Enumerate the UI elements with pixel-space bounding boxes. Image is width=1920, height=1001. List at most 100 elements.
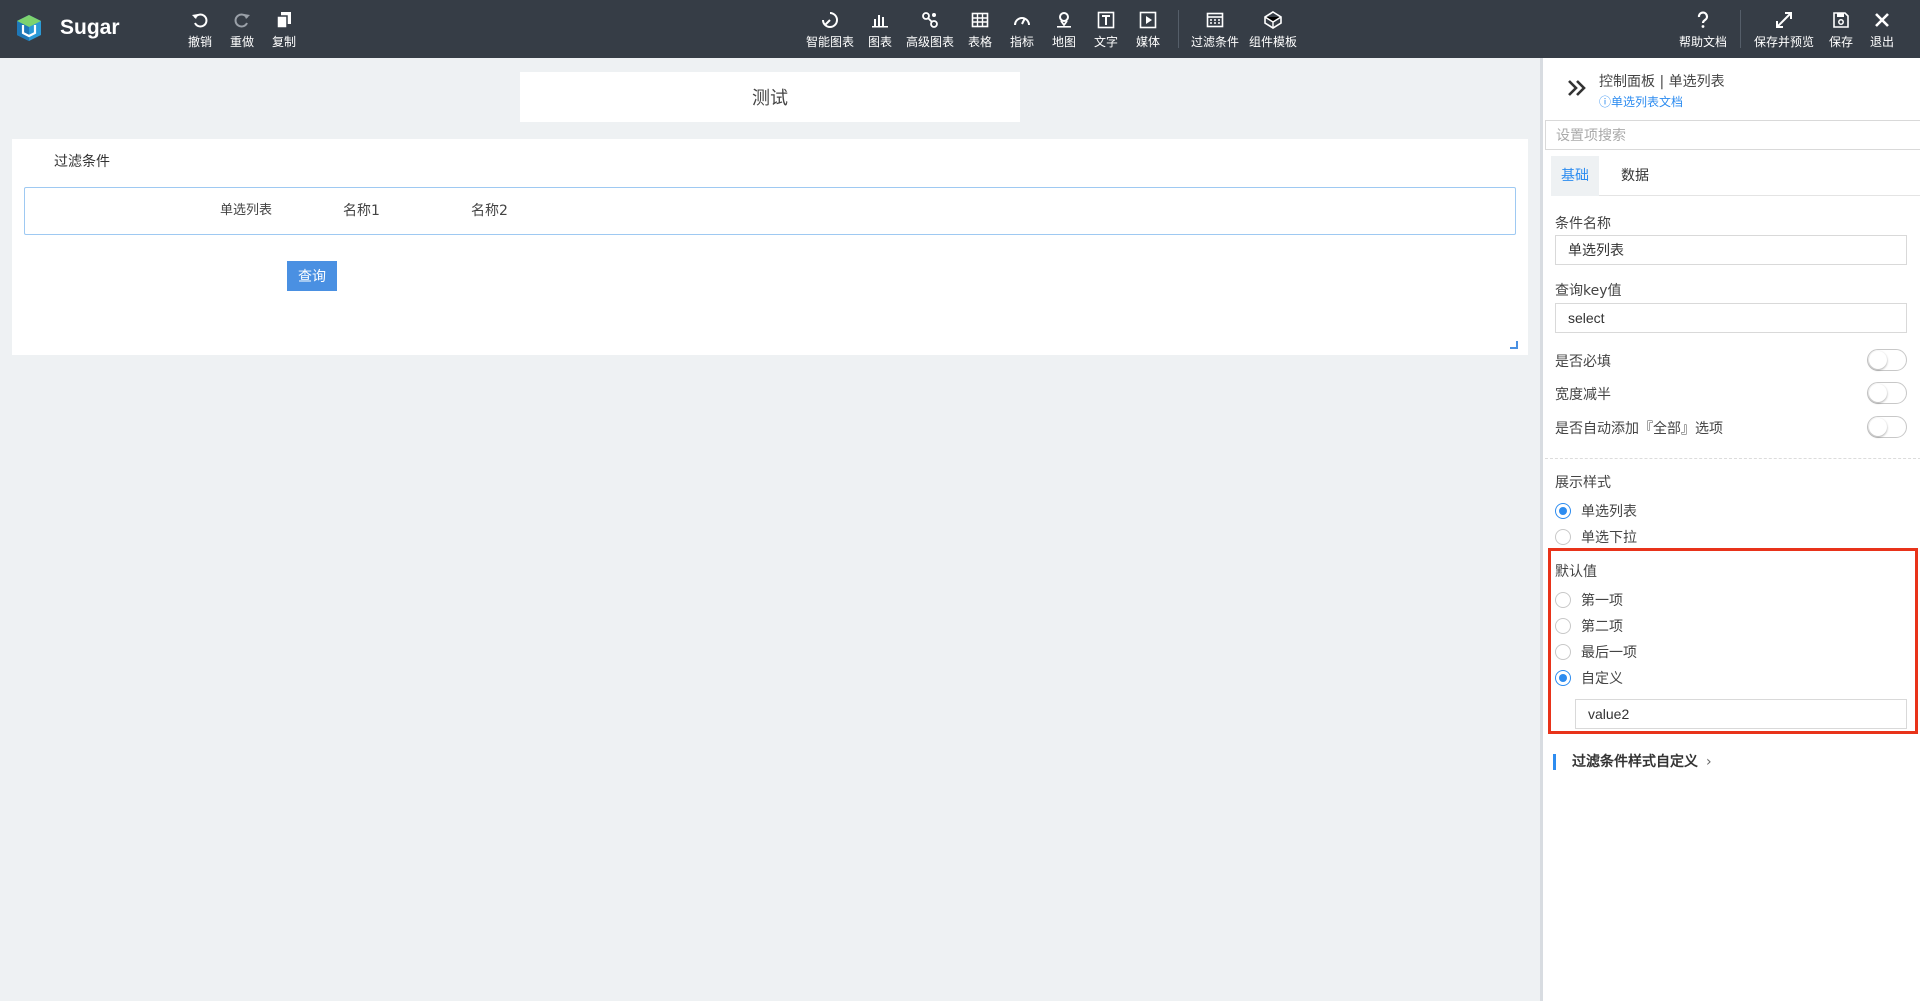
- display-style-radio-dropdown[interactable]: 单选下拉: [1555, 527, 1637, 547]
- default-first-label: 第一项: [1581, 593, 1623, 609]
- help-doc-label: 帮助文档: [1679, 35, 1728, 49]
- auto-all-option-toggle[interactable]: [1867, 416, 1907, 438]
- query-key-label: 查询key值: [1555, 283, 1622, 299]
- text-button[interactable]: 文字: [1094, 11, 1118, 50]
- filter-condition-label: 过滤条件: [1191, 35, 1240, 49]
- auto-all-option-switch-row: 是否自动添加『全部』选项: [1555, 416, 1907, 438]
- toolbar-divider: [1740, 10, 1741, 48]
- exit-label: 退出: [1870, 35, 1895, 49]
- map-button[interactable]: 地图: [1052, 11, 1076, 50]
- filter-icon: [1206, 12, 1224, 28]
- undo-icon: [192, 13, 208, 28]
- gauge-icon: [1014, 17, 1030, 26]
- radio-unchecked-icon: [1555, 592, 1571, 608]
- smart-chart-icon: [822, 12, 838, 28]
- text-icon: [1097, 11, 1115, 29]
- save-preview-label: 保存并预览: [1754, 35, 1815, 49]
- default-last-label: 最后一项: [1581, 645, 1637, 661]
- half-width-switch-row: 宽度减半: [1555, 382, 1907, 404]
- display-style-label: 展示样式: [1555, 475, 1611, 491]
- control-panel: 控制面板 | 单选列表 ⓘ单选列表文档 基础 数据 条件名称 查询key值 是否…: [1540, 58, 1920, 1001]
- half-width-toggle[interactable]: [1867, 382, 1907, 404]
- media-button[interactable]: 媒体: [1136, 11, 1160, 50]
- advanced-chart-icon: [922, 12, 938, 28]
- filter-style-custom-label: 过滤条件样式自定义: [1572, 754, 1698, 770]
- chart-button[interactable]: 图表: [868, 11, 892, 50]
- table-icon: [971, 12, 989, 28]
- redo-label: 重做: [230, 35, 255, 49]
- smart-chart-label: 智能图表: [806, 35, 855, 49]
- save-icon: [1833, 12, 1849, 28]
- doc-link-label: 单选列表文档: [1611, 95, 1684, 109]
- undo-button[interactable]: 撤销: [188, 11, 212, 50]
- component-template-button[interactable]: 组件模板: [1249, 11, 1297, 50]
- radio-unchecked-icon: [1555, 644, 1571, 660]
- advanced-chart-label: 高级图表: [906, 35, 955, 49]
- settings-search-input[interactable]: [1545, 120, 1920, 150]
- map-pin-icon: [1057, 12, 1071, 28]
- default-radio-first[interactable]: 第一项: [1555, 590, 1623, 610]
- collapse-panel-icon[interactable]: [1565, 76, 1589, 100]
- advanced-chart-button[interactable]: 高级图表: [906, 11, 954, 50]
- copy-button[interactable]: 复制: [272, 11, 296, 50]
- radio-unchecked-icon: [1555, 618, 1571, 634]
- top-toolbar: Sugar 撤销 重做 复制 智能图表 图表 高级图表 表格 指标 地图 文字: [0, 0, 1920, 58]
- required-toggle[interactable]: [1867, 349, 1907, 371]
- help-icon: [1697, 11, 1709, 28]
- filter-option-1[interactable]: 名称1: [343, 200, 380, 220]
- redo-icon: [234, 13, 250, 28]
- redo-button[interactable]: 重做: [230, 11, 254, 50]
- default-radio-custom[interactable]: 自定义: [1555, 668, 1623, 688]
- required-switch-row: 是否必填: [1555, 349, 1907, 371]
- radio-checked-icon: [1555, 670, 1571, 686]
- query-button[interactable]: 查询: [287, 261, 337, 291]
- radio-checked-icon: [1555, 503, 1571, 519]
- default-custom-label: 自定义: [1581, 671, 1623, 687]
- copy-label: 复制: [272, 35, 297, 49]
- custom-default-value-input[interactable]: [1575, 699, 1907, 729]
- filter-label: 单选列表: [220, 203, 273, 218]
- map-label: 地图: [1052, 35, 1077, 49]
- query-key-input[interactable]: [1555, 303, 1907, 333]
- exit-button[interactable]: 退出: [1870, 11, 1894, 50]
- close-icon: [1875, 13, 1889, 27]
- filter-condition-card[interactable]: 过滤条件 单选列表 名称1 名称2 查询: [12, 139, 1528, 355]
- chart-label: 图表: [868, 35, 893, 49]
- doc-link[interactable]: ⓘ单选列表文档: [1599, 93, 1683, 110]
- auto-all-option-switch-label: 是否自动添加『全部』选项: [1555, 421, 1723, 437]
- media-icon: [1139, 11, 1157, 29]
- resize-handle[interactable]: [1510, 341, 1518, 349]
- filter-option-2[interactable]: 名称2: [471, 200, 508, 220]
- tab-basic[interactable]: 基础: [1551, 156, 1599, 196]
- smart-chart-button[interactable]: 智能图表: [806, 11, 854, 50]
- metric-label: 指标: [1010, 35, 1035, 49]
- default-value-label: 默认值: [1555, 564, 1597, 580]
- help-doc-button[interactable]: 帮助文档: [1679, 11, 1727, 50]
- filter-style-custom-link[interactable]: 过滤条件样式自定义 ›: [1553, 754, 1712, 770]
- undo-label: 撤销: [188, 35, 213, 49]
- tab-data[interactable]: 数据: [1611, 156, 1659, 196]
- default-radio-second[interactable]: 第二项: [1555, 616, 1623, 636]
- sugar-logo-icon: [17, 15, 41, 41]
- save-preview-button[interactable]: 保存并预览: [1754, 11, 1814, 50]
- metric-button[interactable]: 指标: [1010, 11, 1034, 50]
- display-style-radio-list[interactable]: 单选列表: [1555, 501, 1637, 521]
- template-icon: [1264, 11, 1282, 29]
- default-radio-last[interactable]: 最后一项: [1555, 642, 1637, 662]
- save-button[interactable]: 保存: [1829, 11, 1853, 50]
- condition-name-label: 条件名称: [1555, 216, 1611, 232]
- toolbar-divider: [1178, 10, 1179, 48]
- filter-condition-button[interactable]: 过滤条件: [1191, 11, 1239, 50]
- save-label: 保存: [1829, 35, 1854, 49]
- component-template-label: 组件模板: [1249, 35, 1298, 49]
- default-second-label: 第二项: [1581, 619, 1623, 635]
- table-button[interactable]: 表格: [968, 11, 992, 50]
- condition-name-input[interactable]: [1555, 235, 1907, 265]
- media-label: 媒体: [1136, 35, 1161, 49]
- filter-card-header: 过滤条件: [54, 154, 110, 170]
- dashboard-title[interactable]: 测试: [520, 72, 1020, 122]
- help-circle-icon: ⓘ: [1599, 95, 1612, 109]
- single-select-filter-row: 单选列表 名称1 名称2: [24, 187, 1516, 235]
- required-switch-label: 是否必填: [1555, 354, 1611, 370]
- display-style-list-label: 单选列表: [1581, 504, 1637, 520]
